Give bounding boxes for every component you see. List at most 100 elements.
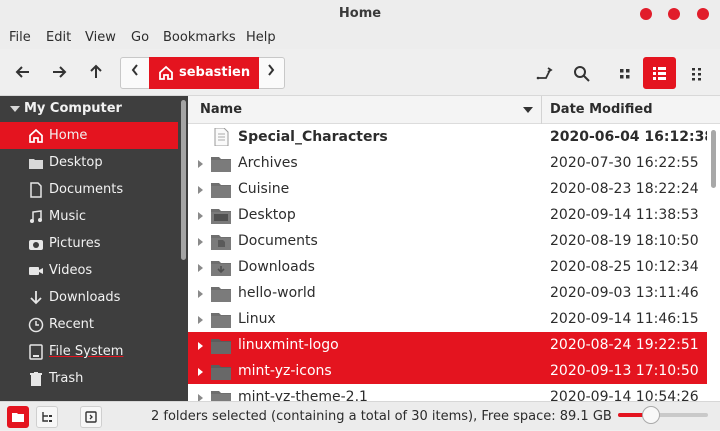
path-crumb-home[interactable]: sebastien bbox=[149, 57, 259, 89]
file-name: Special_Characters bbox=[238, 129, 388, 145]
folder-icon bbox=[211, 287, 231, 302]
sidebar-item-home[interactable]: Home bbox=[0, 122, 178, 149]
sidebar-item-file-system[interactable]: File System bbox=[0, 338, 178, 365]
expand-arrow-icon[interactable] bbox=[198, 342, 203, 350]
table-row[interactable]: Cuisine 2020-08-23 18:22:24 bbox=[188, 176, 707, 202]
minimize-button[interactable] bbox=[640, 8, 652, 20]
file-name: Linux bbox=[238, 311, 276, 327]
file-manager-window: Home File Edit View Go Bookmarks Help se… bbox=[0, 0, 720, 430]
folder-icon bbox=[211, 339, 231, 354]
column-divider[interactable] bbox=[541, 96, 542, 124]
toggle-location-entry-button[interactable] bbox=[527, 57, 560, 89]
expand-arrow-icon[interactable] bbox=[198, 368, 203, 376]
close-window-button[interactable] bbox=[697, 8, 709, 20]
search-icon bbox=[574, 66, 590, 82]
menu-edit[interactable]: Edit bbox=[46, 30, 71, 45]
menu-help[interactable]: Help bbox=[246, 30, 276, 45]
sidebar-item-videos[interactable]: Videos bbox=[0, 257, 178, 284]
table-row[interactable]: Desktop 2020-09-14 11:38:53 bbox=[188, 202, 707, 228]
home-icon bbox=[159, 65, 173, 80]
show-places-button[interactable] bbox=[7, 406, 29, 428]
file-date: 2020-09-03 13:11:46 bbox=[550, 285, 699, 301]
sidebar-item-label: Recent bbox=[49, 317, 94, 332]
expand-arrow-icon[interactable] bbox=[198, 394, 203, 401]
expand-arrow-icon[interactable] bbox=[198, 238, 203, 246]
sidebar-scrollbar[interactable] bbox=[178, 96, 188, 401]
column-header-date-modified[interactable]: Date Modified bbox=[550, 102, 653, 117]
sidebar-item-trash[interactable]: Trash bbox=[0, 365, 178, 392]
sidebar-item-label: Documents bbox=[49, 182, 124, 197]
table-row[interactable]: Documents 2020-08-19 18:10:50 bbox=[188, 228, 707, 254]
expand-arrow-icon[interactable] bbox=[198, 186, 203, 194]
expand-arrow-icon[interactable] bbox=[198, 160, 203, 168]
expand-arrow-icon[interactable] bbox=[198, 316, 203, 324]
sidebar-item-label: Trash bbox=[49, 371, 84, 386]
icon-view-icon bbox=[620, 69, 630, 79]
arrow-up-icon bbox=[90, 64, 102, 78]
sidebar-toggle-icon bbox=[85, 411, 97, 423]
path-scroll-right-button[interactable] bbox=[257, 58, 285, 88]
sidebar-item-label: File System bbox=[49, 344, 124, 359]
table-row[interactable]: Linux 2020-09-14 11:46:15 bbox=[188, 306, 707, 332]
sidebar-item-recent[interactable]: Recent bbox=[0, 311, 178, 338]
forward-button[interactable] bbox=[45, 59, 73, 85]
sidebar-item-pictures[interactable]: Pictures bbox=[0, 230, 178, 257]
sidebar-scroll-thumb[interactable] bbox=[181, 100, 186, 260]
location-path-bar: sebastien bbox=[120, 57, 285, 89]
icon-view-button[interactable] bbox=[607, 57, 640, 89]
menu-bookmarks[interactable]: Bookmarks bbox=[163, 30, 236, 45]
menu-view[interactable]: View bbox=[85, 30, 116, 45]
compact-view-button[interactable] bbox=[680, 57, 713, 89]
table-row[interactable]: hello-world 2020-09-03 13:11:46 bbox=[188, 280, 707, 306]
file-list-scrollbar[interactable] bbox=[707, 124, 720, 401]
sidebar-header-my-computer[interactable]: My Computer bbox=[0, 96, 178, 121]
status-message: 2 folders selected (containing a total o… bbox=[151, 409, 612, 424]
sidebar-item-desktop[interactable]: Desktop bbox=[0, 149, 178, 176]
video-icon bbox=[29, 267, 43, 275]
table-row-selected[interactable]: mint-yz-icons 2020-09-13 17:10:50 bbox=[188, 358, 707, 384]
file-name: Downloads bbox=[238, 259, 315, 275]
list-view-button[interactable] bbox=[643, 57, 676, 89]
sidebar-item-downloads[interactable]: Downloads bbox=[0, 284, 178, 311]
table-row[interactable]: mint-yz-theme-2.1 2020-09-14 10:54:26 bbox=[188, 384, 707, 401]
path-scroll-left-button[interactable] bbox=[121, 58, 149, 88]
hide-sidebar-button[interactable] bbox=[80, 406, 102, 428]
sidebar-item-label: Music bbox=[49, 209, 86, 224]
sidebar-item-label: Downloads bbox=[49, 290, 121, 305]
sidebar-item-label: Home bbox=[49, 128, 88, 143]
table-row-selected[interactable]: linuxmint-logo 2020-08-24 19:22:51 bbox=[188, 332, 707, 358]
file-date: 2020-09-14 10:54:26 bbox=[550, 389, 699, 401]
menu-go[interactable]: Go bbox=[131, 30, 149, 45]
table-row[interactable]: Downloads 2020-08-25 10:12:34 bbox=[188, 254, 707, 280]
expand-arrow-icon[interactable] bbox=[198, 264, 203, 272]
places-sidebar: My Computer Home Desktop Documents Music… bbox=[0, 96, 188, 401]
show-treeview-button[interactable] bbox=[36, 406, 58, 428]
column-header-name[interactable]: Name bbox=[200, 102, 242, 117]
back-button[interactable] bbox=[9, 59, 37, 85]
search-button[interactable] bbox=[564, 57, 597, 89]
file-name: mint-yz-theme-2.1 bbox=[238, 389, 368, 401]
sidebar-item-documents[interactable]: Documents bbox=[0, 176, 178, 203]
menu-file[interactable]: File bbox=[9, 30, 31, 45]
file-name: Desktop bbox=[238, 207, 296, 223]
file-list-scroll-thumb[interactable] bbox=[711, 130, 716, 188]
maximize-button[interactable] bbox=[668, 8, 680, 20]
title-bar: Home bbox=[0, 0, 720, 27]
status-bar: 2 folders selected (containing a total o… bbox=[0, 401, 720, 430]
zoom-slider-handle[interactable] bbox=[642, 406, 660, 424]
zoom-slider[interactable] bbox=[618, 406, 708, 424]
documents-folder-icon bbox=[211, 235, 231, 250]
camera-icon bbox=[29, 240, 43, 250]
table-row[interactable]: Archives 2020-07-30 16:22:55 bbox=[188, 150, 707, 176]
folder-icon bbox=[211, 365, 231, 380]
file-name: linuxmint-logo bbox=[238, 337, 339, 353]
expand-arrow-icon[interactable] bbox=[198, 212, 203, 220]
up-button[interactable] bbox=[82, 59, 110, 85]
path-crumb-label: sebastien bbox=[179, 65, 251, 80]
toggle-location-icon bbox=[536, 67, 553, 80]
table-row[interactable]: Special_Characters 2020-06-04 16:12:38 bbox=[188, 124, 714, 150]
sidebar-item-music[interactable]: Music bbox=[0, 203, 178, 230]
file-date: 2020-08-25 10:12:34 bbox=[550, 259, 699, 275]
compact-view-icon bbox=[692, 68, 701, 81]
expand-arrow-icon[interactable] bbox=[198, 290, 203, 298]
